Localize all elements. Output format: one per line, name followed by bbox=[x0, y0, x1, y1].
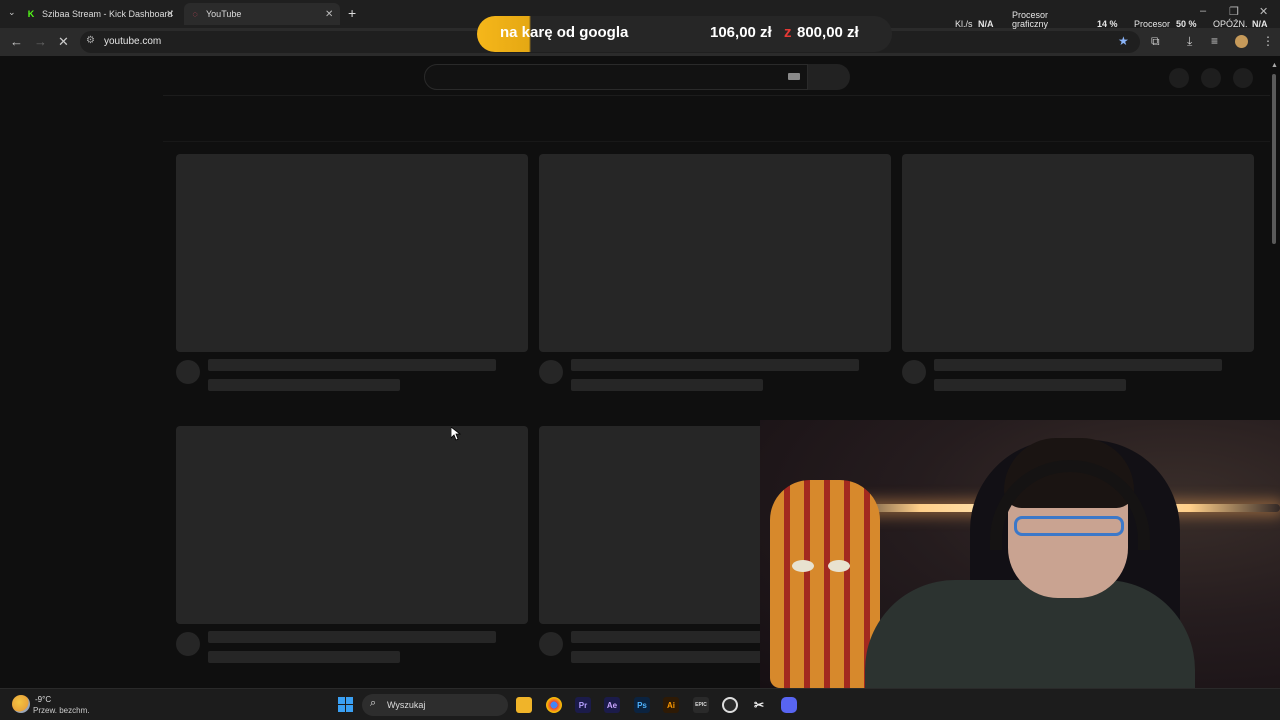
tab-title: YouTube bbox=[206, 9, 242, 19]
mascot-plush bbox=[770, 480, 880, 688]
channel-avatar-placeholder bbox=[176, 632, 200, 656]
donation-goal-amount: 800,00 zł bbox=[797, 24, 859, 41]
streamer-body bbox=[865, 580, 1195, 688]
thumbnail-placeholder[interactable] bbox=[176, 426, 528, 624]
scrollbar-thumb[interactable] bbox=[1272, 74, 1276, 244]
channel-avatar-placeholder bbox=[539, 632, 563, 656]
bookmark-star-icon[interactable]: ★ bbox=[1118, 34, 1129, 48]
placeholder-circle-icon[interactable] bbox=[1201, 68, 1221, 88]
forward-arrow-icon[interactable]: → bbox=[34, 34, 47, 49]
channel-avatar-placeholder bbox=[902, 360, 926, 384]
start-button-icon[interactable] bbox=[338, 697, 353, 712]
chip-bar-placeholder bbox=[163, 96, 1270, 142]
youtube-loading-icon: ◌ bbox=[192, 9, 198, 19]
latency-value: N/A bbox=[1252, 19, 1268, 29]
glasses bbox=[1014, 516, 1124, 536]
meta-placeholder bbox=[934, 379, 1126, 391]
thumbnail-placeholder[interactable] bbox=[176, 154, 528, 352]
mouse-cursor-icon bbox=[451, 427, 461, 441]
thumbnail-placeholder[interactable] bbox=[902, 154, 1254, 352]
extensions-icon[interactable]: ⧉ bbox=[1151, 34, 1160, 49]
screen: ⌄ K Szibaa Stream - Kick Dashboard ✕ ◌ Y… bbox=[0, 0, 1280, 720]
address-text: youtube.com bbox=[104, 36, 162, 47]
placeholder-circle-icon[interactable] bbox=[1169, 68, 1189, 88]
close-tab-icon[interactable]: ✕ bbox=[325, 9, 333, 20]
kick-icon: K bbox=[27, 9, 35, 19]
title-placeholder bbox=[208, 359, 496, 371]
illustrator-icon[interactable]: Ai bbox=[663, 697, 679, 713]
close-window-icon[interactable]: ✕ bbox=[1259, 5, 1268, 18]
premiere-icon[interactable]: Pr bbox=[575, 697, 591, 713]
windows-taskbar: -9°C Przew. bezchm. ⌕ Wyszukaj Pr Ae Ps … bbox=[0, 688, 1280, 720]
after-effects-icon[interactable]: Ae bbox=[604, 697, 620, 713]
weather-description[interactable]: Przew. bezchm. bbox=[33, 706, 89, 715]
youtube-search-input[interactable] bbox=[424, 64, 808, 90]
stop-loading-icon[interactable]: ✕ bbox=[58, 34, 69, 50]
thumbnail-placeholder[interactable] bbox=[539, 154, 891, 352]
title-placeholder bbox=[571, 359, 859, 371]
taskbar-search-placeholder: Wyszukaj bbox=[387, 700, 426, 710]
discord-icon[interactable] bbox=[781, 697, 797, 713]
donation-goal-label: na karę od googla bbox=[500, 24, 629, 41]
webcam-overlay bbox=[760, 420, 1280, 688]
search-icon: ⌕ bbox=[370, 697, 377, 709]
title-placeholder bbox=[208, 631, 496, 643]
cpu-label: Procesor bbox=[1134, 19, 1171, 29]
chrome-icon[interactable] bbox=[546, 697, 562, 713]
channel-avatar-placeholder bbox=[176, 360, 200, 384]
meta-placeholder bbox=[571, 651, 763, 663]
menu-kebab-icon[interactable]: ⋮ bbox=[1262, 34, 1274, 48]
title-placeholder bbox=[934, 359, 1222, 371]
youtube-search-button[interactable] bbox=[808, 64, 850, 90]
profile-avatar[interactable] bbox=[1235, 35, 1248, 48]
tab-kick-dashboard[interactable]: K Szibaa Stream - Kick Dashboard ✕ bbox=[26, 3, 178, 25]
tab-search-chevron-icon[interactable]: ⌄ bbox=[8, 7, 16, 18]
meta-placeholder bbox=[208, 379, 400, 391]
photoshop-icon[interactable]: Ps bbox=[634, 697, 650, 713]
file-explorer-icon[interactable] bbox=[516, 697, 532, 713]
keyboard-icon[interactable] bbox=[788, 73, 800, 80]
back-arrow-icon[interactable]: ← bbox=[10, 34, 23, 49]
gpu-value: 14 % bbox=[1097, 19, 1118, 29]
new-tab-icon[interactable]: + bbox=[348, 5, 356, 21]
weather-icon[interactable] bbox=[12, 695, 30, 713]
close-tab-icon[interactable]: ✕ bbox=[166, 9, 174, 20]
fps-value: N/A bbox=[978, 19, 994, 29]
tab-youtube[interactable]: ◌ YouTube ✕ bbox=[184, 3, 340, 25]
placeholder-circle-icon[interactable] bbox=[1233, 68, 1253, 88]
cpu-value: 50 % bbox=[1176, 19, 1197, 29]
donation-current-amount: 106,00 zł bbox=[710, 24, 772, 41]
scroll-up-icon[interactable]: ▲ bbox=[1271, 62, 1278, 69]
donation-separator: z bbox=[784, 24, 792, 41]
media-queue-icon[interactable]: ≡ bbox=[1211, 34, 1218, 48]
obs-icon[interactable] bbox=[722, 697, 738, 713]
restore-icon[interactable]: ❐ bbox=[1229, 5, 1239, 18]
gpu-label-line2: graficzny bbox=[1012, 19, 1049, 29]
minimize-icon[interactable]: – bbox=[1200, 5, 1206, 17]
latency-label: OPÓŹN. bbox=[1213, 19, 1248, 29]
epic-games-icon[interactable]: EPIC bbox=[693, 697, 709, 713]
channel-avatar-placeholder bbox=[539, 360, 563, 384]
meta-placeholder bbox=[208, 651, 400, 663]
meta-placeholder bbox=[571, 379, 763, 391]
download-icon[interactable]: ⤓ bbox=[1187, 34, 1192, 49]
tab-title: Szibaa Stream - Kick Dashboard bbox=[42, 9, 173, 19]
site-info-icon[interactable]: ⚙ bbox=[86, 35, 95, 46]
taskbar-search[interactable]: ⌕ Wyszukaj bbox=[362, 694, 508, 716]
fps-label: Kl./s bbox=[955, 19, 973, 29]
capcut-icon[interactable]: ✂ bbox=[751, 697, 767, 713]
weather-temperature[interactable]: -9°C bbox=[35, 695, 51, 704]
